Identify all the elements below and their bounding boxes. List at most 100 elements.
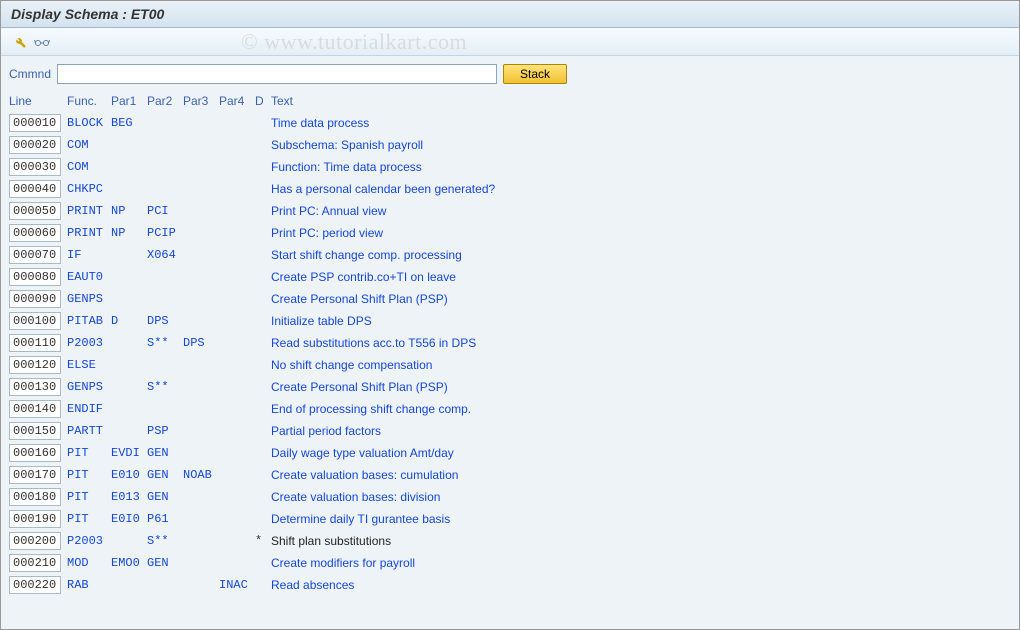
line-number-field[interactable]: 000120: [9, 356, 61, 374]
cell-par2[interactable]: S**: [147, 336, 183, 350]
line-number-field[interactable]: 000100: [9, 312, 61, 330]
wrench-icon[interactable]: [11, 33, 29, 51]
cell-func[interactable]: COM: [67, 160, 111, 174]
cell-func[interactable]: RAB: [67, 578, 111, 592]
stack-button[interactable]: Stack: [503, 64, 567, 84]
line-number-field[interactable]: 000030: [9, 158, 61, 176]
cell-func[interactable]: P2003: [67, 336, 111, 350]
cell-text[interactable]: Create Personal Shift Plan (PSP): [271, 292, 1011, 306]
cell-par2[interactable]: PSP: [147, 424, 183, 438]
line-number-field[interactable]: 000160: [9, 444, 61, 462]
line-number-field[interactable]: 000010: [9, 114, 61, 132]
cell-func[interactable]: COM: [67, 138, 111, 152]
line-number-field[interactable]: 000050: [9, 202, 61, 220]
cell-func[interactable]: ELSE: [67, 358, 111, 372]
cell-par2[interactable]: GEN: [147, 446, 183, 460]
line-number-field[interactable]: 000150: [9, 422, 61, 440]
cell-text[interactable]: End of processing shift change comp.: [271, 402, 1011, 416]
cell-text[interactable]: Create modifiers for payroll: [271, 556, 1011, 570]
cell-func[interactable]: IF: [67, 248, 111, 262]
cell-par1[interactable]: BEG: [111, 116, 147, 130]
line-number-field[interactable]: 000180: [9, 488, 61, 506]
cell-text[interactable]: Time data process: [271, 116, 1011, 130]
table-row: 000120 ELSE No shift change compensation: [9, 354, 1011, 376]
glasses-icon[interactable]: [33, 33, 51, 51]
cell-func[interactable]: EAUT0: [67, 270, 111, 284]
cell-text[interactable]: Create valuation bases: division: [271, 490, 1011, 504]
cell-par2[interactable]: S**: [147, 380, 183, 394]
cell-text[interactable]: Function: Time data process: [271, 160, 1011, 174]
cell-par1[interactable]: E013: [111, 490, 147, 504]
cell-text[interactable]: Print PC: Annual view: [271, 204, 1011, 218]
cell-func[interactable]: CHKPC: [67, 182, 111, 196]
cell-text[interactable]: Shift plan substitutions: [271, 534, 1011, 548]
line-number-field[interactable]: 000190: [9, 510, 61, 528]
line-number-field[interactable]: 000210: [9, 554, 61, 572]
cell-func[interactable]: ENDIF: [67, 402, 111, 416]
cell-text[interactable]: Create PSP contrib.co+TI on leave: [271, 270, 1011, 284]
cell-text[interactable]: Daily wage type valuation Amt/day: [271, 446, 1011, 460]
cell-text[interactable]: Read absences: [271, 578, 1011, 592]
cell-func[interactable]: PRINT: [67, 204, 111, 218]
cell-func[interactable]: PRINT: [67, 226, 111, 240]
line-number-field[interactable]: 000220: [9, 576, 61, 594]
cell-par1[interactable]: E0I0: [111, 512, 147, 526]
cell-par2[interactable]: GEN: [147, 490, 183, 504]
cell-text[interactable]: Create valuation bases: cumulation: [271, 468, 1011, 482]
line-number-field[interactable]: 000020: [9, 136, 61, 154]
cell-text[interactable]: Partial period factors: [271, 424, 1011, 438]
cell-par4[interactable]: INAC: [219, 578, 255, 592]
cell-par2[interactable]: X064: [147, 248, 183, 262]
line-number-field[interactable]: 000080: [9, 268, 61, 286]
cell-func[interactable]: MOD: [67, 556, 111, 570]
cell-text[interactable]: Subschema: Spanish payroll: [271, 138, 1011, 152]
cell-par2[interactable]: PCIP: [147, 226, 183, 240]
cell-text[interactable]: Create Personal Shift Plan (PSP): [271, 380, 1011, 394]
line-number-field[interactable]: 000200: [9, 532, 61, 550]
cell-text[interactable]: Has a personal calendar been generated?: [271, 182, 1011, 196]
cell-par2[interactable]: DPS: [147, 314, 183, 328]
cell-par1[interactable]: E010: [111, 468, 147, 482]
cell-par1[interactable]: EMO0: [111, 556, 147, 570]
cell-par2[interactable]: S**: [147, 534, 183, 548]
cell-func[interactable]: PIT: [67, 468, 111, 482]
cell-text[interactable]: Read substitutions acc.to T556 in DPS: [271, 336, 1011, 350]
cell-func[interactable]: PIT: [67, 446, 111, 460]
line-number-field[interactable]: 000170: [9, 466, 61, 484]
line-number-field[interactable]: 000110: [9, 334, 61, 352]
cell-par2[interactable]: GEN: [147, 468, 183, 482]
cell-par1[interactable]: NP: [111, 226, 147, 240]
cell-text[interactable]: Determine daily TI gurantee basis: [271, 512, 1011, 526]
line-number-field[interactable]: 000140: [9, 400, 61, 418]
cell-func[interactable]: P2003: [67, 534, 111, 548]
cell-text[interactable]: Start shift change comp. processing: [271, 248, 1011, 262]
line-number-field[interactable]: 000090: [9, 290, 61, 308]
cell-par2[interactable]: GEN: [147, 556, 183, 570]
cell-par3[interactable]: NOAB: [183, 468, 219, 482]
cell-func[interactable]: PARTT: [67, 424, 111, 438]
cell-func[interactable]: BLOCK: [67, 116, 111, 130]
table-row: 000130 GENPS S** Create Personal Shift Plan…: [9, 376, 1011, 398]
cell-par1[interactable]: EVDI: [111, 446, 147, 460]
cell-par2[interactable]: PCI: [147, 204, 183, 218]
line-number-field[interactable]: 000070: [9, 246, 61, 264]
cell-func[interactable]: PIT: [67, 490, 111, 504]
command-input[interactable]: [57, 64, 497, 84]
table-row: 000060 PRINTNPPCIP Print PC: period view: [9, 222, 1011, 244]
cell-par1[interactable]: D: [111, 314, 147, 328]
cell-par1[interactable]: NP: [111, 204, 147, 218]
cell-text[interactable]: Print PC: period view: [271, 226, 1011, 240]
cell-func[interactable]: PITAB: [67, 314, 111, 328]
cell-par3[interactable]: DPS: [183, 336, 219, 350]
cell-func[interactable]: GENPS: [67, 380, 111, 394]
line-number-field[interactable]: 000130: [9, 378, 61, 396]
cell-text[interactable]: Initialize table DPS: [271, 314, 1011, 328]
line-number-field[interactable]: 000040: [9, 180, 61, 198]
cell-func[interactable]: GENPS: [67, 292, 111, 306]
cell-text[interactable]: No shift change compensation: [271, 358, 1011, 372]
command-row: Cmmnd Stack: [9, 64, 1011, 84]
line-number-field[interactable]: 000060: [9, 224, 61, 242]
cell-par2[interactable]: P61: [147, 512, 183, 526]
table-row: 000100 PITABDDPS Initialize table DPS: [9, 310, 1011, 332]
cell-func[interactable]: PIT: [67, 512, 111, 526]
